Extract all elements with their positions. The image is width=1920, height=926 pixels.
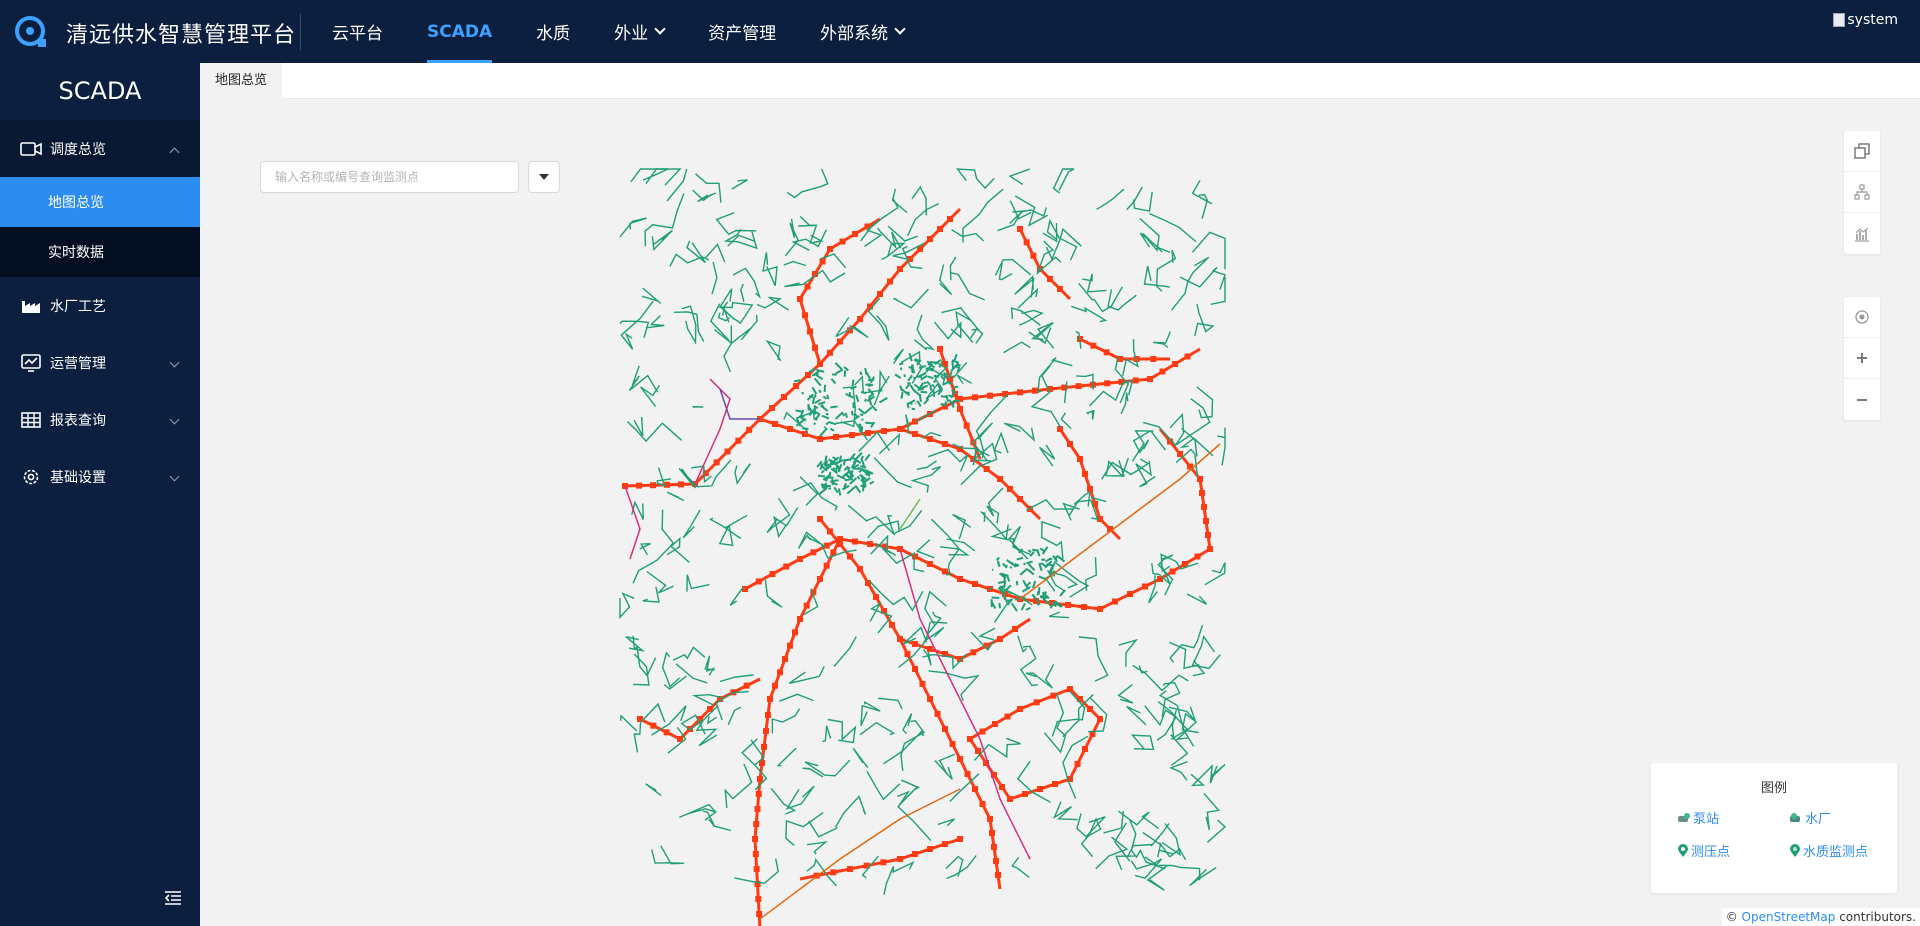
chevron-down-icon xyxy=(654,23,666,35)
attribution-prefix: © xyxy=(1725,910,1738,924)
zoom-out-icon xyxy=(1857,398,1867,401)
monitor-chart-icon xyxy=(20,353,42,372)
logo-icon xyxy=(15,16,46,47)
legend-label: 泵站 xyxy=(1693,812,1720,827)
menu-report-query[interactable]: 报表查询 xyxy=(0,391,200,448)
pressure-point-icon xyxy=(1678,843,1688,857)
factory-icon xyxy=(20,297,42,315)
menu-label: 水厂工艺 xyxy=(50,298,106,315)
tab-label: 地图总览 xyxy=(215,73,268,88)
submenu-realtime-data[interactable]: 实时数据 xyxy=(0,227,200,277)
menu-label: 运营管理 xyxy=(50,355,106,372)
nav-scada[interactable]: SCADA xyxy=(405,0,514,63)
nav-label: 资产管理 xyxy=(708,24,777,44)
nav-label: SCADA xyxy=(427,21,493,42)
zoom-in-icon xyxy=(1857,353,1867,363)
broken-image-icon xyxy=(1833,13,1846,27)
layers-button[interactable] xyxy=(1844,131,1880,172)
menu-water-plant-process[interactable]: 水厂工艺 xyxy=(0,277,200,334)
attribution-suffix: contributors. xyxy=(1839,910,1916,924)
header-divider xyxy=(300,14,301,50)
nav-label: 云平台 xyxy=(332,24,383,44)
nav-cloud-platform[interactable]: 云平台 xyxy=(310,0,405,63)
caret-down-icon xyxy=(539,174,549,180)
org-tree-button[interactable] xyxy=(1844,172,1880,213)
legend-item-water-plant: 水厂 xyxy=(1789,808,1901,827)
search-input[interactable] xyxy=(260,161,519,193)
nav-field-work[interactable]: 外业 xyxy=(592,0,686,63)
chevron-down-icon xyxy=(169,414,180,425)
nav-label: 外业 xyxy=(614,24,649,44)
chart-icon xyxy=(1855,227,1869,242)
zoom-in-button[interactable] xyxy=(1844,338,1880,379)
nav-water-quality[interactable]: 水质 xyxy=(514,0,592,63)
map-toolbar-top xyxy=(1844,131,1880,254)
map-legend: 图例 泵站 水厂 测压点 水质监测点 xyxy=(1651,763,1897,893)
tab-bar: 地图总览 xyxy=(200,63,1920,99)
org-tree-icon xyxy=(1854,184,1870,200)
menu-dispatch-overview[interactable]: 调度总览 xyxy=(0,120,200,177)
search-dropdown-button[interactable] xyxy=(528,161,560,193)
user-image-alt: system xyxy=(1847,12,1898,28)
map-toolbar-bottom xyxy=(1844,297,1880,420)
legend-item-pump-station: 泵站 xyxy=(1677,808,1789,827)
video-camera-icon xyxy=(20,140,42,158)
chart-button[interactable] xyxy=(1844,213,1880,254)
top-bar: 清远供水智慧管理平台 云平台 SCADA 水质 外业 资产管理 外部系统 sys… xyxy=(0,0,1920,63)
user-avatar[interactable]: system xyxy=(1833,12,1898,28)
menu-basic-settings[interactable]: 基础设置 xyxy=(0,448,200,505)
zoom-out-button[interactable] xyxy=(1844,379,1880,420)
chevron-down-icon xyxy=(169,357,180,368)
nav-label: 外部系统 xyxy=(820,24,889,44)
submenu-label: 地图总览 xyxy=(48,195,104,211)
map-attribution: © OpenStreetMap contributors. xyxy=(1721,908,1920,926)
chevron-up-icon xyxy=(169,147,180,158)
legend-title: 图例 xyxy=(1760,781,1787,796)
menu-operations[interactable]: 运营管理 xyxy=(0,334,200,391)
legend-label: 水质监测点 xyxy=(1803,845,1869,860)
menu-label: 调度总览 xyxy=(50,141,106,158)
submenu-map-overview[interactable]: 地图总览 xyxy=(0,177,200,227)
locate-icon xyxy=(1855,310,1869,324)
collapse-menu-icon[interactable] xyxy=(164,890,182,906)
nav-label: 水质 xyxy=(536,24,571,44)
gear-icon xyxy=(20,468,42,486)
nav-external-systems[interactable]: 外部系统 xyxy=(798,0,926,63)
quality-point-icon xyxy=(1790,843,1800,857)
sidebar-title: SCADA xyxy=(58,77,142,105)
menu-label: 报表查询 xyxy=(50,412,106,429)
layers-icon xyxy=(1854,143,1870,159)
chevron-down-icon xyxy=(169,471,180,482)
top-nav: 云平台 SCADA 水质 外业 资产管理 外部系统 xyxy=(310,0,926,63)
openstreetmap-link[interactable]: OpenStreetMap xyxy=(1742,910,1836,924)
chevron-down-icon xyxy=(894,23,906,35)
submenu-label: 实时数据 xyxy=(48,245,104,261)
main-content: 地图总览 输入名称或编号查询监测点 图例 泵站 水厂 测压点 水质监测点 © O… xyxy=(200,63,1920,926)
legend-label: 测压点 xyxy=(1691,845,1731,860)
map-view[interactable]: 图例 泵站 水厂 测压点 水质监测点 xyxy=(200,99,1920,926)
legend-label: 水厂 xyxy=(1805,812,1832,827)
tab-map-overview[interactable]: 地图总览 xyxy=(200,63,283,99)
legend-item-pressure-point: 测压点 xyxy=(1677,841,1789,860)
legend-item-quality-point: 水质监测点 xyxy=(1789,841,1901,860)
table-icon xyxy=(20,411,42,429)
water-plant-icon xyxy=(1790,812,1800,822)
app-title: 清远供水智慧管理平台 xyxy=(66,23,297,48)
menu-label: 基础设置 xyxy=(50,469,106,486)
locate-button[interactable] xyxy=(1844,297,1880,338)
nav-asset-management[interactable]: 资产管理 xyxy=(686,0,798,63)
sidebar: SCADA 调度总览 地图总览 实时数据 水厂工艺 运营管理 报表查询 基础设置 xyxy=(0,63,200,926)
pump-station-icon xyxy=(1678,812,1690,822)
